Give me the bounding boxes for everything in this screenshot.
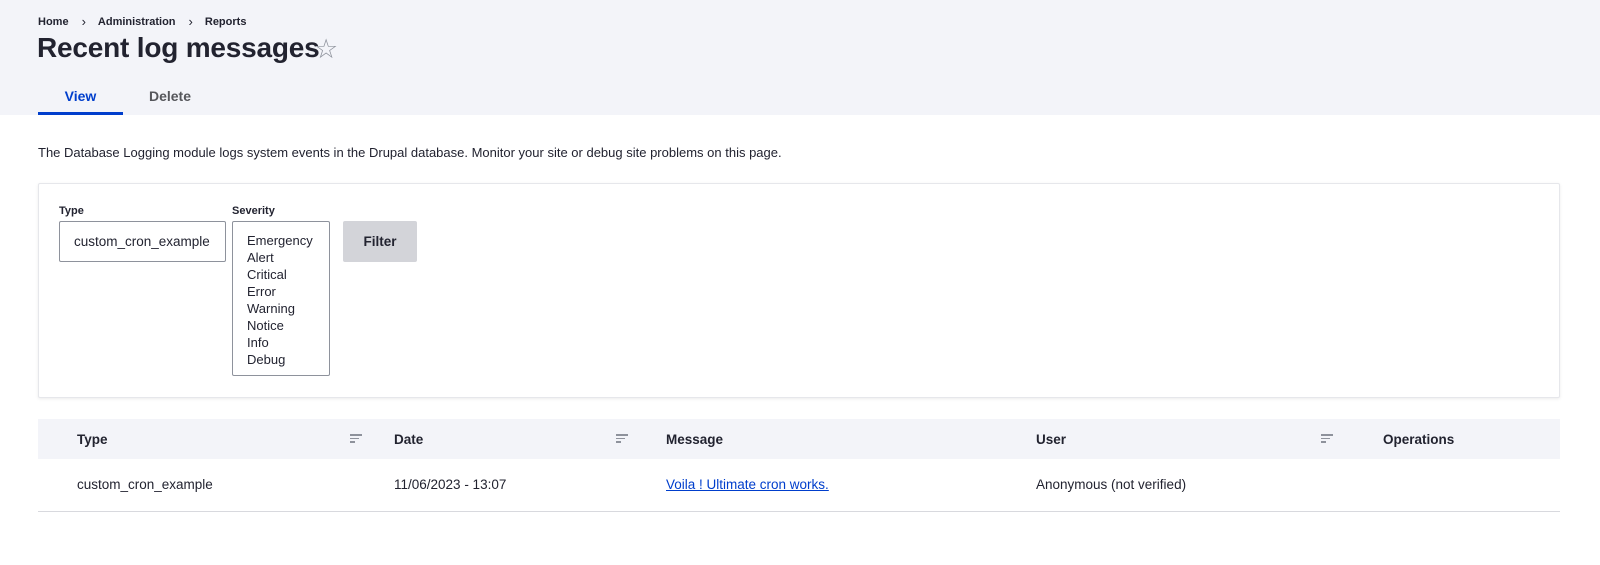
- sort-icon[interactable]: [1321, 434, 1333, 444]
- filter-form: Type Severity Emergency Alert Critical E…: [38, 183, 1560, 398]
- type-label: Type: [59, 205, 84, 217]
- sort-icon[interactable]: [350, 434, 362, 444]
- message-link[interactable]: Voila ! Ultimate cron works.: [666, 477, 829, 492]
- column-header-message: Message: [666, 432, 724, 447]
- breadcrumb-separator-icon: ›: [188, 14, 193, 29]
- page-title: Recent log messages: [37, 32, 320, 63]
- column-header-type[interactable]: Type: [77, 432, 108, 447]
- cell-user: Anonymous (not verified): [1036, 477, 1187, 492]
- type-input[interactable]: [59, 221, 226, 262]
- breadcrumb-reports[interactable]: Reports: [205, 16, 247, 28]
- cell-type: custom_cron_example: [77, 477, 213, 492]
- severity-option-notice[interactable]: Notice: [233, 317, 329, 334]
- filter-button[interactable]: Filter: [343, 221, 417, 262]
- column-header-user[interactable]: User: [1036, 432, 1066, 447]
- star-icon[interactable]: ☆: [314, 34, 338, 64]
- severity-label: Severity: [232, 205, 275, 217]
- severity-option-info[interactable]: Info: [233, 334, 329, 351]
- severity-select[interactable]: Emergency Alert Critical Error Warning N…: [232, 221, 330, 376]
- cell-message: Voila ! Ultimate cron works.: [666, 477, 829, 492]
- severity-option-emergency[interactable]: Emergency: [233, 232, 329, 249]
- page-header: Home › Administration › Reports Recent l…: [0, 0, 1600, 115]
- table-row: custom_cron_example 11/06/2023 - 13:07 V…: [38, 459, 1560, 512]
- sort-icon[interactable]: [616, 434, 628, 444]
- breadcrumb-separator-icon: ›: [81, 14, 86, 29]
- tab-delete[interactable]: Delete: [130, 82, 210, 115]
- column-header-operations: Operations: [1383, 432, 1455, 447]
- severity-option-warning[interactable]: Warning: [233, 300, 329, 317]
- breadcrumb: Home › Administration › Reports: [38, 14, 246, 29]
- table-header-row: Type Date Message User Operations: [38, 419, 1560, 459]
- severity-option-alert[interactable]: Alert: [233, 249, 329, 266]
- tab-view[interactable]: View: [38, 82, 123, 115]
- page-description: The Database Logging module logs system …: [38, 145, 782, 160]
- severity-option-error[interactable]: Error: [233, 283, 329, 300]
- cell-date: 11/06/2023 - 13:07: [394, 477, 507, 492]
- column-header-date[interactable]: Date: [394, 432, 423, 447]
- breadcrumb-administration[interactable]: Administration: [98, 16, 176, 28]
- severity-option-critical[interactable]: Critical: [233, 266, 329, 283]
- severity-option-debug[interactable]: Debug: [233, 351, 329, 368]
- breadcrumb-home[interactable]: Home: [38, 16, 69, 28]
